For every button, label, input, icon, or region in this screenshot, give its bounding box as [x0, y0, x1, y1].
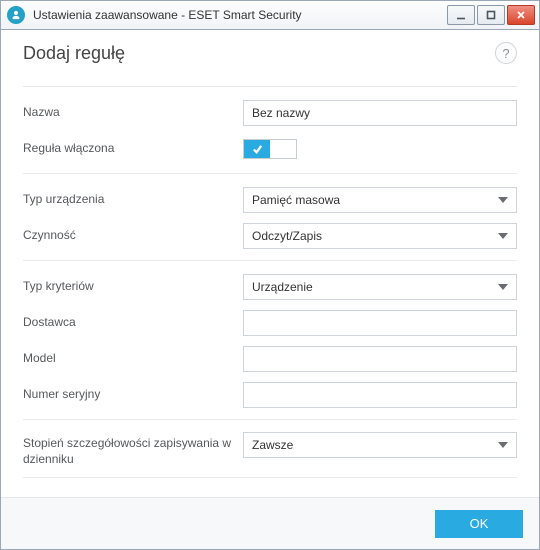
action-value: Odczyt/Zapis: [252, 229, 322, 243]
action-select[interactable]: Odczyt/Zapis: [243, 223, 517, 249]
serial-input[interactable]: [243, 382, 517, 408]
enabled-toggle[interactable]: [243, 139, 297, 159]
chevron-down-icon: [498, 197, 508, 203]
close-button[interactable]: [507, 5, 535, 25]
help-button[interactable]: ?: [495, 42, 517, 64]
vendor-input[interactable]: [243, 310, 517, 336]
name-input[interactable]: [243, 100, 517, 126]
action-label: Czynność: [23, 228, 243, 244]
maximize-button[interactable]: [477, 5, 505, 25]
log-level-value: Zawsze: [252, 438, 293, 452]
footer: OK: [1, 497, 539, 549]
enabled-label: Reguła włączona: [23, 141, 243, 157]
app-icon: [7, 6, 25, 24]
chevron-down-icon: [498, 284, 508, 290]
form-body: Nazwa Reguła włączona Typ urządzenia Pam…: [23, 99, 517, 491]
model-label: Model: [23, 351, 243, 367]
ok-button[interactable]: OK: [435, 510, 523, 538]
name-label: Nazwa: [23, 105, 243, 121]
chevron-down-icon: [498, 233, 508, 239]
criteria-type-value: Urządzenie: [252, 280, 313, 294]
log-level-select[interactable]: Zawsze: [243, 432, 517, 458]
criteria-type-label: Typ kryteriów: [23, 279, 243, 295]
check-icon: [244, 140, 270, 158]
minimize-button[interactable]: [447, 5, 475, 25]
window-controls: [447, 5, 535, 25]
serial-label: Numer seryjny: [23, 387, 243, 403]
window-title: Ustawienia zaawansowane - ESET Smart Sec…: [33, 8, 447, 22]
device-type-select[interactable]: Pamięć masowa: [243, 187, 517, 213]
vendor-label: Dostawca: [23, 315, 243, 331]
page-title: Dodaj regułę: [23, 43, 125, 64]
model-input[interactable]: [243, 346, 517, 372]
criteria-type-select[interactable]: Urządzenie: [243, 274, 517, 300]
device-type-value: Pamięć masowa: [252, 193, 340, 207]
log-level-label: Stopień szczegółowości zapisywania w dzi…: [23, 432, 243, 467]
chevron-down-icon: [498, 442, 508, 448]
title-bar: Ustawienia zaawansowane - ESET Smart Sec…: [0, 0, 540, 30]
device-type-label: Typ urządzenia: [23, 192, 243, 208]
